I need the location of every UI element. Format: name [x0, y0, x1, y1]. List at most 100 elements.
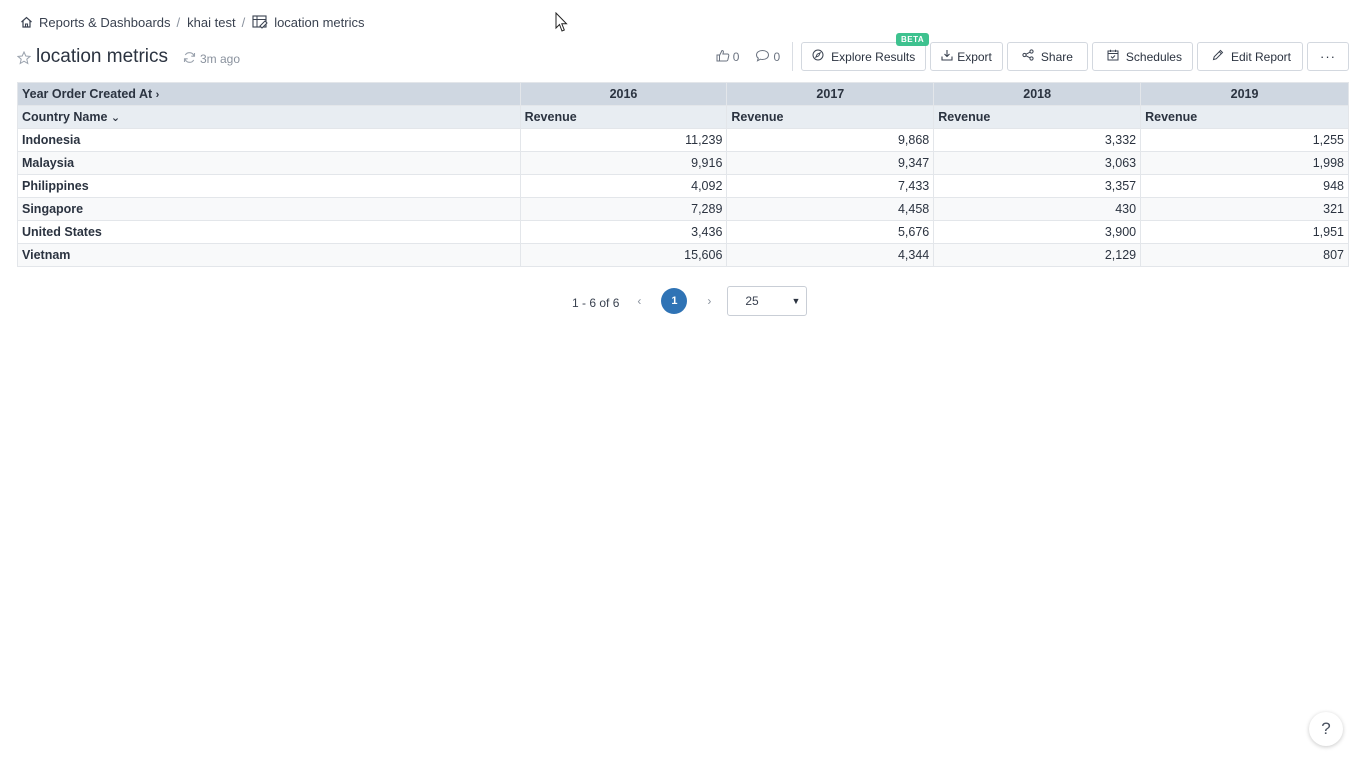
explore-results-button[interactable]: Explore Results BETA	[801, 33, 930, 71]
metric-header[interactable]: Revenue	[519, 105, 728, 129]
share-label: Share	[1040, 49, 1073, 64]
comments-button[interactable]: 0	[755, 49, 780, 65]
revenue-cell[interactable]: 2,129	[933, 243, 1142, 267]
revenue-cell[interactable]: 3,900	[933, 220, 1142, 244]
beta-badge: BETA	[896, 33, 930, 46]
table-row: Indonesia 11,239 9,868 3,332 1,255	[17, 128, 1349, 152]
breadcrumb-label: location metrics	[274, 14, 365, 30]
table-row: Singapore 7,289 4,458 430 321	[17, 197, 1349, 221]
refresh-time: 3m ago	[200, 51, 241, 66]
revenue-cell[interactable]: 7,433	[726, 174, 935, 198]
report-icon	[252, 15, 268, 29]
year-header[interactable]: 2018	[933, 82, 1142, 106]
revenue-cell[interactable]: 9,868	[726, 128, 935, 152]
revenue-cell[interactable]: 1,998	[1140, 151, 1349, 175]
help-button[interactable]: ?	[1309, 712, 1343, 746]
breadcrumb-label: khai test	[187, 14, 236, 30]
metric-header[interactable]: Revenue	[726, 105, 935, 129]
breadcrumb-item-khai-test[interactable]: khai test	[187, 15, 235, 30]
edit-report-label: Edit Report	[1230, 49, 1291, 64]
country-cell[interactable]: Philippines	[17, 174, 521, 198]
page-title: location metrics	[36, 46, 168, 67]
revenue-cell[interactable]: 321	[1140, 197, 1349, 221]
breadcrumb-separator: /	[176, 14, 181, 30]
breadcrumb-separator: /	[241, 14, 246, 30]
explore-results-label: Explore Results	[831, 49, 916, 64]
breadcrumb-label: Reports & Dashboards	[39, 14, 171, 30]
country-cell[interactable]: Indonesia	[17, 128, 521, 152]
table-row: Vietnam 15,606 4,344 2,129 807	[17, 243, 1349, 267]
revenue-cell[interactable]: 3,357	[933, 174, 1142, 198]
revenue-cell[interactable]: 4,458	[726, 197, 935, 221]
revenue-cell[interactable]: 430	[933, 197, 1142, 221]
year-header[interactable]: 2019	[1140, 82, 1349, 106]
star-icon[interactable]	[16, 50, 32, 65]
compass-icon	[812, 49, 824, 64]
row-dimension-header[interactable]: Country Name ⌄	[17, 105, 521, 129]
edit-report-button[interactable]: Edit Report	[1196, 42, 1303, 71]
country-cell[interactable]: Singapore	[17, 197, 521, 221]
mouse-cursor-icon	[555, 11, 568, 38]
dropdown-arrow-icon: ▼	[791, 296, 801, 306]
metric-header-row: Country Name ⌄ Revenue Revenue Revenue R…	[17, 105, 1349, 129]
current-page-button[interactable]: 1	[661, 288, 688, 314]
revenue-cell[interactable]: 1,951	[1140, 220, 1349, 244]
country-cell[interactable]: United States	[17, 220, 521, 244]
revenue-cell[interactable]: 1,255	[1140, 128, 1349, 152]
pagination-range: 1 - 6 of 6	[572, 295, 620, 310]
revenue-cell[interactable]: 807	[1140, 243, 1349, 267]
toolbar-divider	[792, 42, 794, 71]
breadcrumb-item-location-metrics[interactable]: location metrics	[252, 14, 365, 30]
comment-icon	[755, 49, 770, 65]
calendar-icon	[1107, 49, 1119, 64]
export-button[interactable]: Export	[930, 42, 1003, 71]
country-cell[interactable]: Malaysia	[17, 151, 521, 175]
revenue-cell[interactable]: 5,676	[726, 220, 935, 244]
refresh-status[interactable]: 3m ago	[183, 51, 240, 67]
chevron-down-icon: ⌄	[110, 112, 121, 124]
title-row: location metrics 3m ago	[16, 44, 240, 70]
column-dimension-header[interactable]: Year Order Created At ›	[17, 82, 521, 106]
chevron-right-icon: ›	[155, 89, 160, 101]
page-size-select[interactable]: 25 ▼	[727, 286, 808, 316]
revenue-cell[interactable]: 15,606	[519, 243, 728, 267]
revenue-cell[interactable]: 3,332	[933, 128, 1142, 152]
report-toolbar: 0 0 Explore Results BETA Export Share Sc…	[716, 33, 1349, 71]
export-icon	[941, 49, 953, 64]
like-count: 0	[732, 49, 740, 64]
next-page-button[interactable]: ›	[704, 294, 714, 308]
like-button[interactable]: 0	[716, 49, 740, 65]
revenue-cell[interactable]: 3,063	[933, 151, 1142, 175]
table-body: Indonesia 11,239 9,868 3,332 1,255 Malaysia 9,…	[17, 128, 1349, 267]
country-cell[interactable]: Vietnam	[17, 243, 521, 267]
export-label: Export	[957, 49, 992, 64]
revenue-cell[interactable]: 7,289	[519, 197, 728, 221]
table-row: Philippines 4,092 7,433 3,357 948	[17, 174, 1349, 198]
row-dimension-label: Country Name	[22, 110, 108, 124]
share-button[interactable]: Share	[1006, 42, 1088, 71]
revenue-cell[interactable]: 3,436	[519, 220, 728, 244]
year-header[interactable]: 2016	[519, 82, 728, 106]
home-icon	[20, 16, 33, 28]
more-options-button[interactable]: ···	[1307, 42, 1349, 71]
prev-page-button[interactable]: ‹	[634, 294, 644, 308]
share-icon	[1022, 49, 1034, 64]
metric-header[interactable]: Revenue	[933, 105, 1142, 129]
table-row: United States 3,436 5,676 3,900 1,951	[17, 220, 1349, 244]
breadcrumb: Reports & Dashboards / khai test / locat…	[20, 13, 365, 31]
revenue-cell[interactable]: 4,092	[519, 174, 728, 198]
metric-header[interactable]: Revenue	[1140, 105, 1349, 129]
breadcrumb-item-reports[interactable]: Reports & Dashboards	[20, 15, 171, 30]
year-header[interactable]: 2017	[726, 82, 935, 106]
revenue-cell[interactable]: 11,239	[519, 128, 728, 152]
revenue-cell[interactable]: 4,344	[726, 243, 935, 267]
revenue-cell[interactable]: 9,347	[726, 151, 935, 175]
revenue-cell[interactable]: 948	[1140, 174, 1349, 198]
revenue-cell[interactable]: 9,916	[519, 151, 728, 175]
column-dimension-label: Year Order Created At	[22, 87, 153, 101]
comment-count: 0	[773, 49, 781, 64]
schedules-button[interactable]: Schedules	[1091, 42, 1193, 71]
help-icon: ?	[1321, 719, 1331, 738]
table-row: Malaysia 9,916 9,347 3,063 1,998	[17, 151, 1349, 175]
thumbs-up-icon	[716, 49, 730, 65]
